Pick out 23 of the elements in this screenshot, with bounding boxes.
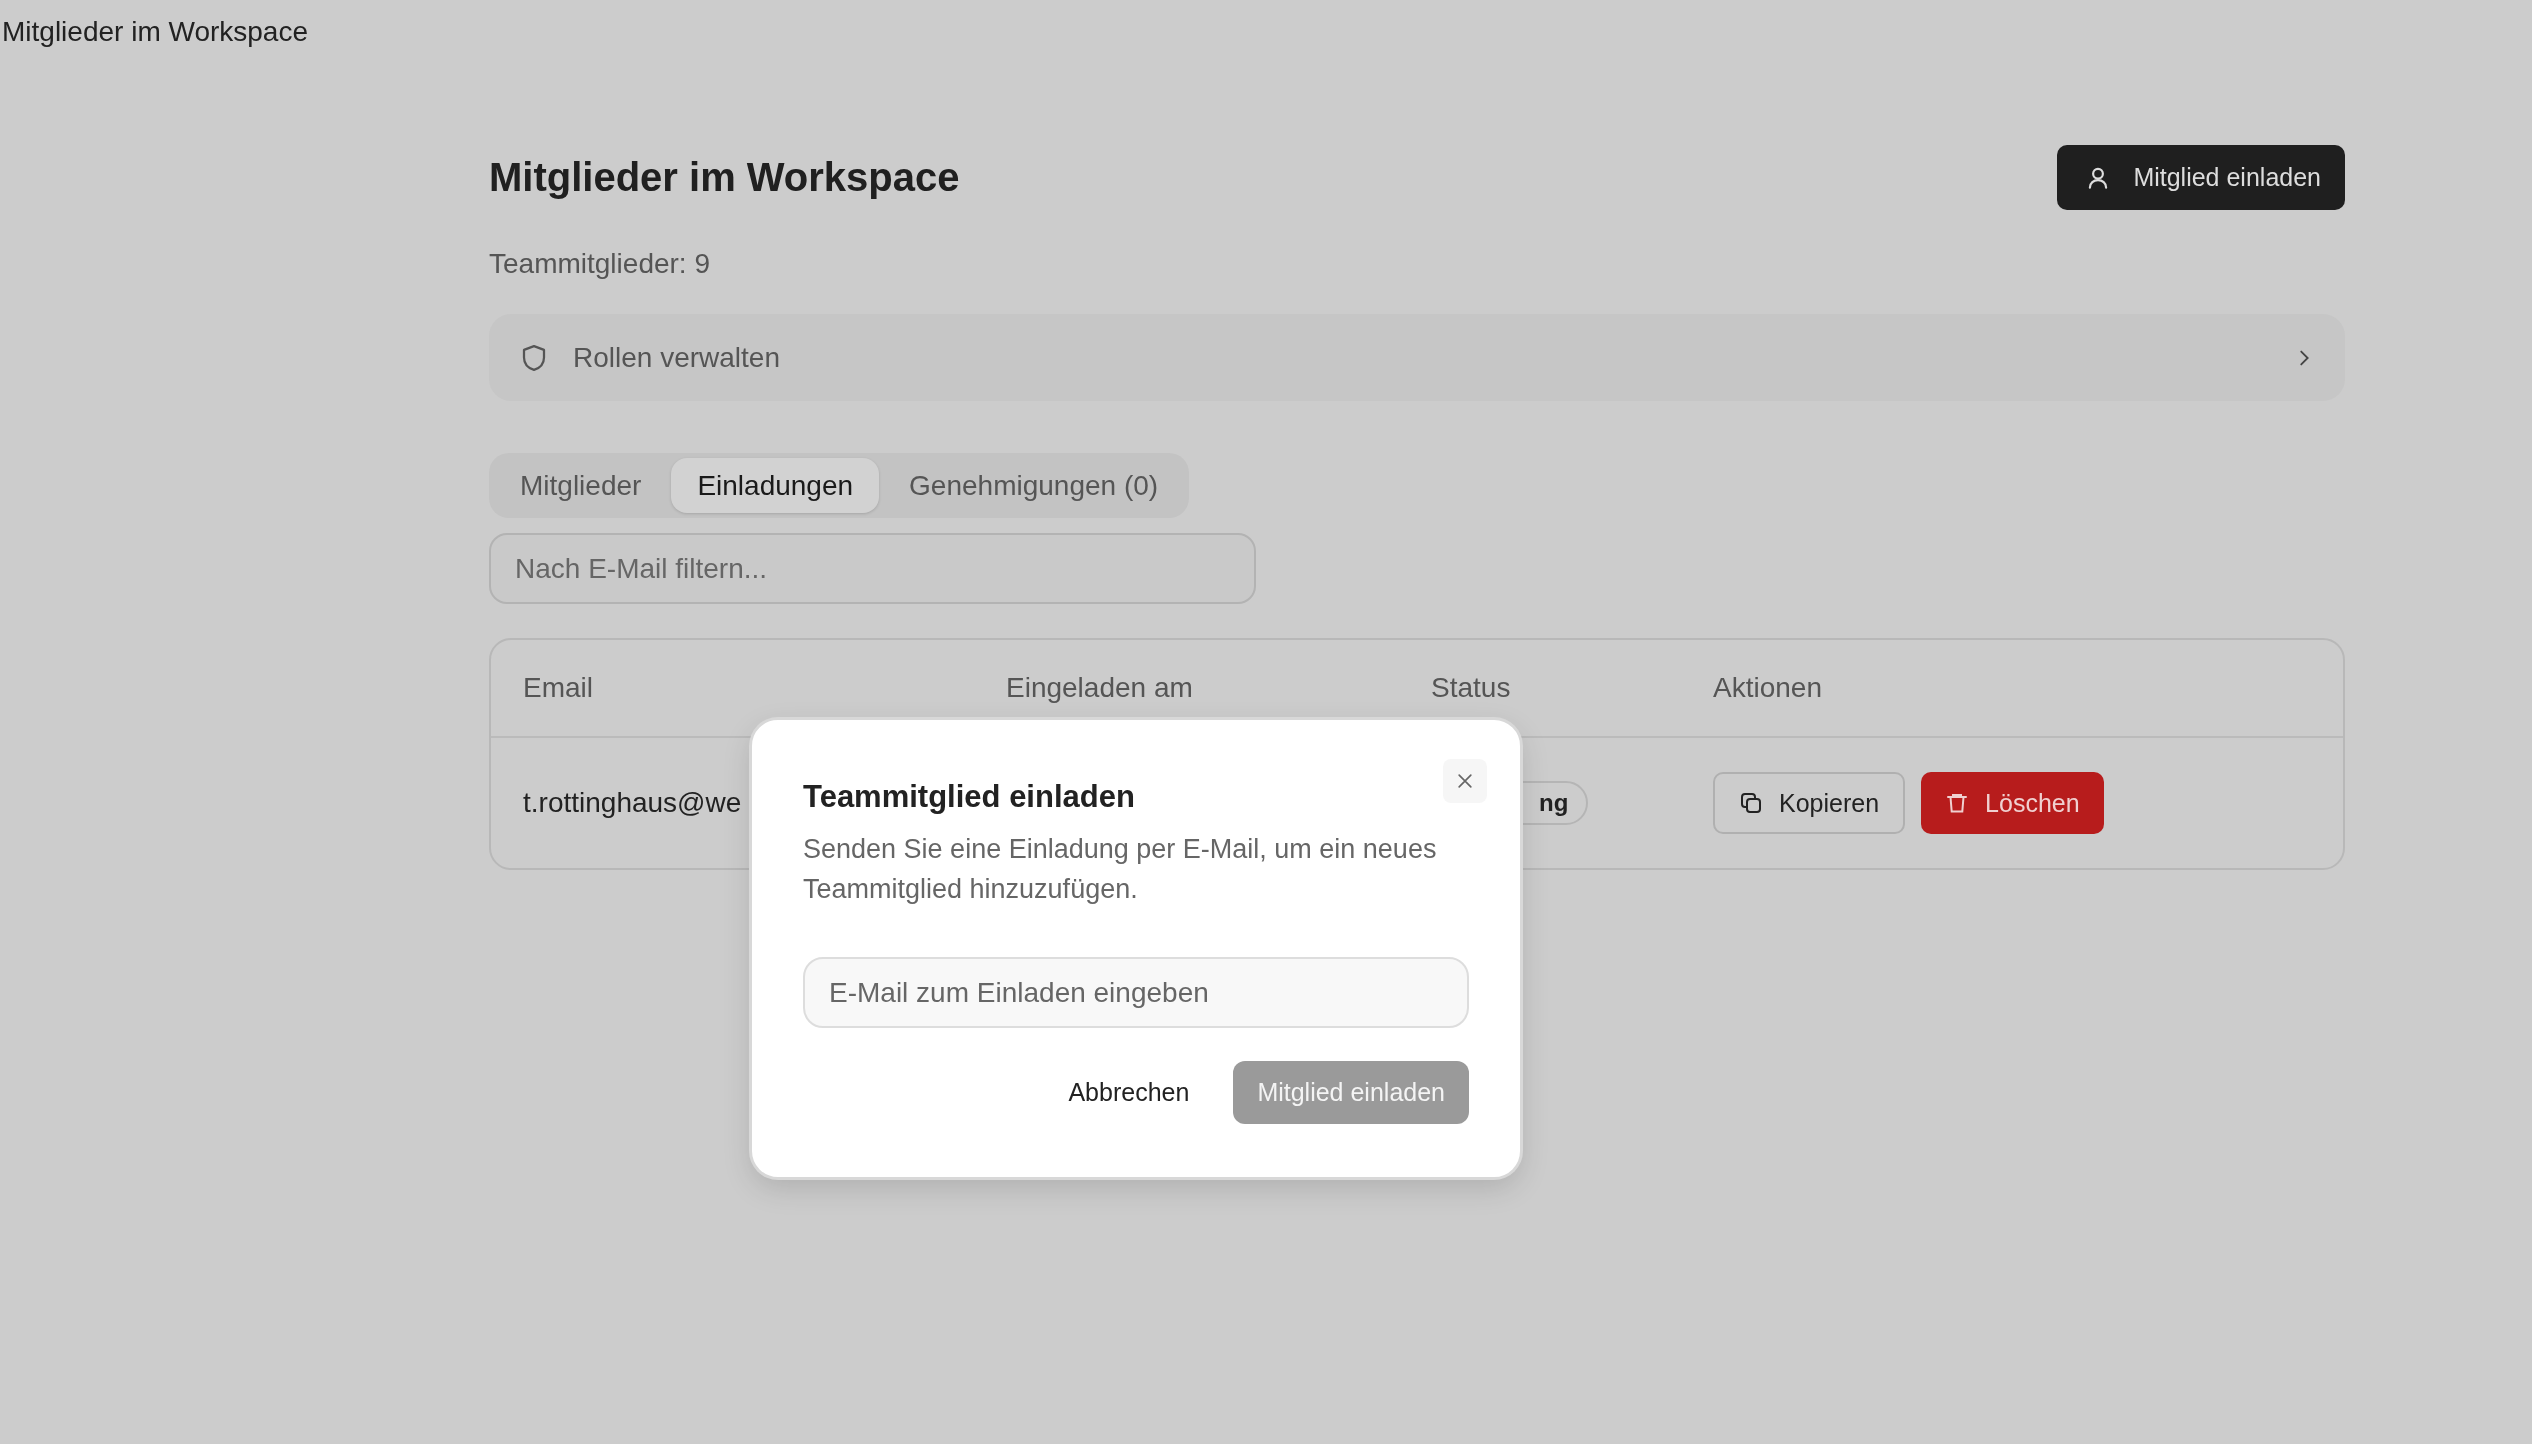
trash-icon xyxy=(1945,791,1970,815)
column-header: Status xyxy=(1431,672,1512,704)
invite-member-button[interactable]: Mitglied einladen xyxy=(2057,145,2345,210)
column-header: Email xyxy=(523,672,594,704)
page-title: Mitglieder im Workspace xyxy=(2,16,309,48)
cancel-button[interactable]: Abbrechen xyxy=(1048,1061,1210,1124)
email-filter-field[interactable]: Nach E-Mail filtern... xyxy=(489,533,1256,604)
column-header: Eingeladen am xyxy=(1006,672,1194,704)
page-heading: Mitglieder im Workspace xyxy=(489,155,960,200)
column-header: Aktionen xyxy=(1713,672,1823,704)
table-cell: t.rottinghaus@we xyxy=(523,787,742,819)
copy-icon xyxy=(1739,791,1763,815)
dialog-description: Senden Sie eine Einladung per E-Mail, um ein neues Teammitglied hinzuzufügen. xyxy=(803,833,1438,906)
tab[interactable]: Genehmigungen (0) xyxy=(883,458,1185,513)
close-icon[interactable] xyxy=(1443,759,1487,803)
member-count: Teammitglieder: 9 xyxy=(489,248,711,280)
copy-button[interactable]: Kopieren xyxy=(1713,772,1906,834)
dialog-title: Teammitglied einladen xyxy=(803,779,1136,815)
tab[interactable]: Mitglieder xyxy=(494,458,668,513)
manage-roles-link[interactable]: Rollen verwalten xyxy=(489,314,2345,401)
tab[interactable]: Einladungen xyxy=(671,458,880,513)
delete-button[interactable]: Löschen xyxy=(1921,772,2104,834)
email-input-field[interactable]: E-Mail zum Einladen eingeben xyxy=(803,957,1469,1028)
